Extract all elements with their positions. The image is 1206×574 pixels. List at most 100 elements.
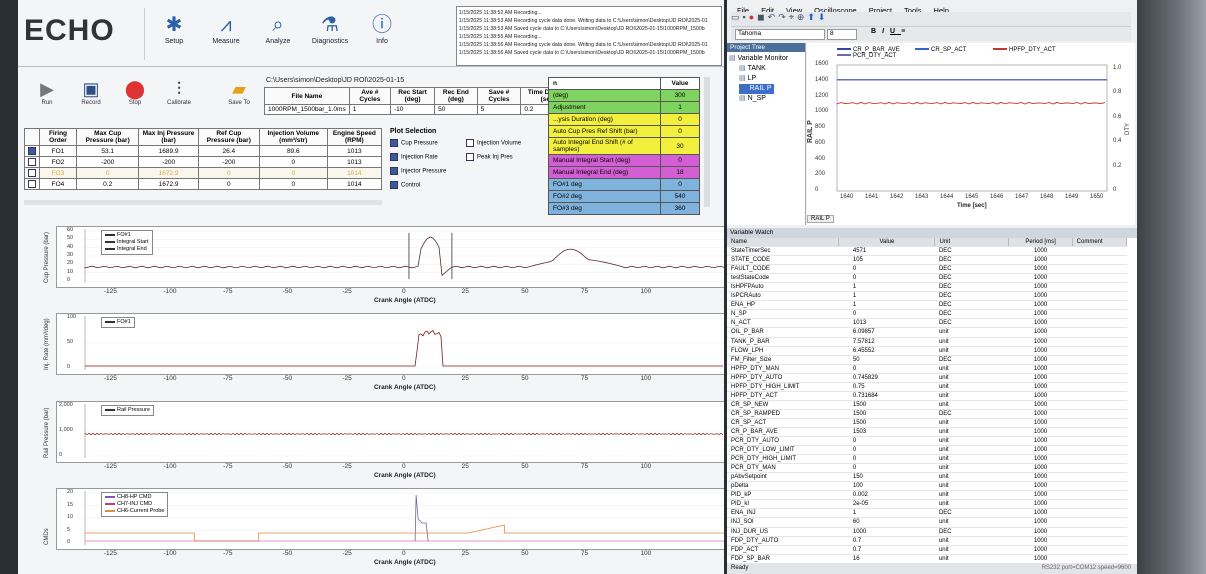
chart-4[interactable]: 20 15 10 5 0 CH8-HP CMD CH7-INJ CMD CH6-Current… <box>44 488 724 550</box>
watch-value[interactable]: 0.745829 <box>838 373 935 383</box>
settings-value-field[interactable]: 1 <box>660 101 700 114</box>
watch-row[interactable]: FLOW_LPH 6.45552 unit 1000 <box>727 346 1127 356</box>
watch-row[interactable]: PID_kP 0.002 unit 1000 <box>727 490 1127 501</box>
watch-row[interactable]: pDelta 100 unit 1000 <box>727 481 1127 492</box>
firing-row-checkbox[interactable] <box>24 167 40 179</box>
watch-row[interactable]: FAULT_CODE 0 DEC 1000 <box>727 264 1127 275</box>
watch-value[interactable]: 150 <box>838 472 935 483</box>
cursor-icon[interactable]: ⌖ <box>789 12 797 22</box>
plot-option-peak-inj-pres[interactable]: Peak Inj Pres <box>466 153 513 161</box>
watch-value[interactable]: 0 <box>838 273 935 284</box>
watch-value[interactable]: 0.002 <box>838 490 935 501</box>
watch-row[interactable]: FDP_SP_BAR 16 unit 1000 <box>727 554 1127 564</box>
firing-row-checkbox[interactable] <box>24 156 40 168</box>
watch-row[interactable]: PCR_DTY_AUTO 0 unit 1000 <box>727 436 1127 447</box>
down-icon[interactable]: ⬇ <box>818 12 829 22</box>
watch-row[interactable]: IsHPFPAuto 1 DEC 1000 <box>727 282 1127 293</box>
firing-row[interactable]: FO2 -200 -200 -200 0 1013 <box>24 156 383 168</box>
chart-2[interactable]: 100 50 0 FO#1 Inj. Rate (mm³/deg) <box>44 313 724 375</box>
watch-value[interactable]: 0 <box>838 364 935 374</box>
watch-value[interactable]: 60 <box>838 517 935 528</box>
toolbar-save-to-button[interactable]: ▰ Save To <box>218 78 260 106</box>
save-value-field[interactable]: 5 <box>476 104 522 115</box>
watch-value[interactable]: 105 <box>838 255 935 266</box>
font-size-select[interactable]: 8 <box>827 29 857 40</box>
watch-row[interactable]: STATE_CODE 105 DEC 1000 <box>727 255 1127 266</box>
watch-header-cell[interactable]: Value <box>838 238 936 248</box>
settings-value-field[interactable]: 0 <box>660 154 700 167</box>
redo-icon[interactable]: ↷ <box>778 12 789 22</box>
watch-header-cell[interactable]: Comment <box>1072 238 1128 248</box>
save-value-field[interactable]: 1000RPM_1500bar_1.0ms <box>264 104 350 115</box>
watch-value[interactable]: 1 <box>838 300 935 311</box>
watch-value[interactable]: 4571 <box>838 246 935 257</box>
watch-row[interactable]: PCR_DTY_HIGH_LIMIT 0 unit 1000 <box>727 454 1127 465</box>
save-value-field[interactable]: -10 <box>389 104 436 115</box>
watch-value[interactable]: 1 <box>838 282 935 293</box>
plot-option-cup-pressure[interactable]: Cup Pressure <box>390 139 438 147</box>
watch-row[interactable]: PCR_DTY_MAN 0 unit 1000 <box>727 463 1127 474</box>
zoom-icon[interactable]: ⊕ <box>797 12 808 22</box>
ribbon-setup-button[interactable]: ✱ Setup <box>150 12 198 56</box>
watch-value[interactable]: 100 <box>838 481 935 492</box>
scope-tab[interactable]: RAIL P <box>807 215 834 223</box>
tree-item-n_sp[interactable]: ▤ N_SP <box>739 94 803 104</box>
toolbar-calibrate-button[interactable]: ⫶ Calibrate <box>158 78 200 106</box>
watch-value[interactable]: 0 <box>838 309 935 320</box>
settings-value-field[interactable]: 0 <box>660 125 700 138</box>
settings-value-field[interactable]: 0 <box>660 113 700 126</box>
bold-icon[interactable]: B <box>871 28 882 35</box>
settings-value-field[interactable]: 300 <box>660 89 700 102</box>
watch-row[interactable]: HPFP_DTY_ACT 0.731684 unit 1000 <box>727 391 1127 401</box>
watch-row[interactable]: FM_Filter_Size 50 DEC 1000 <box>727 355 1127 365</box>
watch-row[interactable]: IsPCRAuto 1 DEC 1000 <box>727 291 1127 302</box>
watch-row[interactable]: CR_P_BAR_AVE 1503 unit 1000 <box>727 427 1127 438</box>
watch-value[interactable]: 1503 <box>838 427 935 438</box>
toolbar-record-button[interactable]: ▣ Record <box>70 78 112 106</box>
toolbar-run-button[interactable]: ▶ Run <box>26 78 68 106</box>
font-name-select[interactable]: Tahoma <box>735 29 825 40</box>
watch-row[interactable]: CR_SP_RAMPED 1500 DEC 1000 <box>727 409 1127 419</box>
watch-value[interactable]: 0 <box>838 436 935 447</box>
watch-value[interactable]: 0.75 <box>838 382 935 392</box>
watch-row[interactable]: HPFP_DTY_AUTO 0.745829 unit 1000 <box>727 373 1127 383</box>
firing-row-checkbox[interactable] <box>24 178 40 190</box>
watch-value[interactable]: 1 <box>838 508 935 519</box>
watch-row[interactable]: CR_SP_NEW 1500 unit 1000 <box>727 400 1127 410</box>
watch-value[interactable]: 0 <box>838 445 935 456</box>
watch-row[interactable]: FDP_DTY_AUTO 0.7 unit 1000 <box>727 536 1127 546</box>
chart-3[interactable]: 2,000 1,000 0 Rail Pressure Rail Pressure (b… <box>44 401 724 463</box>
watch-value[interactable]: 1500 <box>838 409 935 419</box>
plot-option-control[interactable]: Control <box>390 181 420 189</box>
watch-value[interactable]: 1500 <box>838 418 935 428</box>
settings-value-field[interactable]: 30 <box>660 137 700 155</box>
align-icon[interactable]: ≡ <box>901 28 911 35</box>
ribbon-diagnostics-button[interactable]: ⚗ Diagnostics <box>306 12 354 56</box>
watch-row[interactable]: testStateCode 0 DEC 1000 <box>727 273 1127 284</box>
firing-row[interactable]: FO3 0 1672.9 0 0 1014 <box>24 167 383 179</box>
firing-scroll-track[interactable] <box>24 200 382 205</box>
ribbon-measure-button[interactable]: ⩘ Measure <box>202 12 250 56</box>
watch-row[interactable]: PID_kI 2e-05 unit 1000 <box>727 499 1127 510</box>
watch-row[interactable]: pAbvSetpoint 150 unit 1000 <box>727 472 1127 483</box>
log-panel[interactable]: 1/15/2025 11:38:52 AM Recording... 1/15/2… <box>456 6 722 66</box>
ribbon-analyze-button[interactable]: ⌕ Analyze <box>254 12 302 56</box>
watch-header-cell[interactable]: Unit <box>934 238 1010 248</box>
plot-option-injector-pressure[interactable]: Injector Pressure <box>390 167 446 175</box>
tree-item-variable-monitor[interactable]: ▤ Variable Monitor <box>729 54 803 64</box>
chart-1[interactable]: 60 50 40 30 20 10 0 FO#1 Integral Start Integral … <box>44 226 724 288</box>
settings-value-field[interactable]: 540 <box>660 190 700 203</box>
watch-row[interactable]: HPFP_DTY_MAN 0 unit 1000 <box>727 364 1127 374</box>
settings-value-field[interactable]: 0 <box>660 178 700 191</box>
save-value-field[interactable]: 50 <box>434 104 478 115</box>
watch-row[interactable]: INJ_DUR_US 1000 DEC 1000 <box>727 527 1127 537</box>
watch-value[interactable]: 50 <box>838 355 935 365</box>
watch-row[interactable]: PCR_DTY_LOW_LIMIT 0 unit 1000 <box>727 445 1127 456</box>
undo-icon[interactable]: ↶ <box>768 12 779 22</box>
watch-row[interactable]: OIL_P_BAR 6.09857 unit 1000 <box>727 327 1127 338</box>
tree-item-tank[interactable]: ▤ TANK <box>739 64 803 74</box>
watch-row[interactable]: INJ_SOI 60 unit 1000 <box>727 517 1127 528</box>
settings-scrollbar[interactable] <box>704 77 710 207</box>
firing-row[interactable]: FO1 53.1 1689.9 26.4 89.6 1013 <box>24 145 383 157</box>
firing-row-checkbox[interactable] <box>24 145 40 157</box>
